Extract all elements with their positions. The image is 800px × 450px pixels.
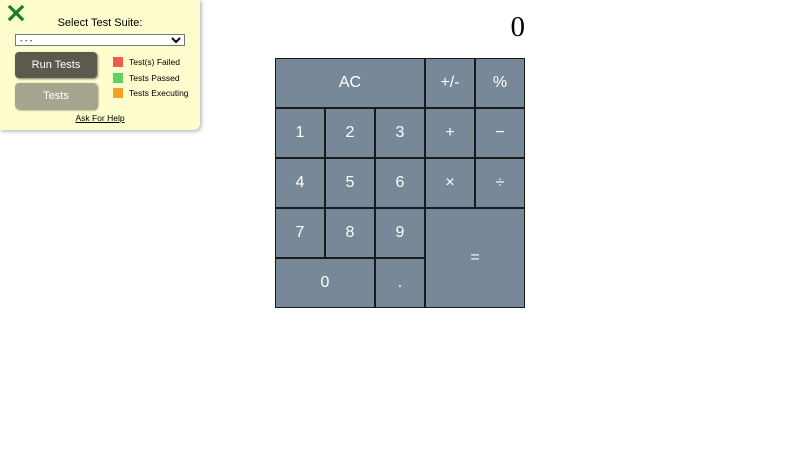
equals-button[interactable]: =	[425, 208, 525, 308]
percent-button[interactable]: %	[475, 58, 525, 108]
divide-button[interactable]: ÷	[475, 158, 525, 208]
legend-item-executing: Tests Executing	[113, 88, 189, 98]
decimal-button[interactable]: .	[375, 258, 425, 308]
sign-toggle-button[interactable]: +/-	[425, 58, 475, 108]
digit-7-button[interactable]: 7	[275, 208, 325, 258]
run-tests-button[interactable]: Run Tests	[15, 52, 97, 78]
test-suite-select[interactable]: - - -	[15, 34, 185, 46]
test-panel: Select Test Suite: - - - Run Tests Tests…	[0, 0, 200, 130]
page: Select Test Suite: - - - Run Tests Tests…	[0, 0, 800, 450]
digit-0-button[interactable]: 0	[275, 258, 375, 308]
tests-button[interactable]: Tests	[15, 83, 97, 109]
failed-swatch	[113, 57, 123, 67]
executing-swatch	[113, 88, 123, 98]
multiply-button[interactable]: ×	[425, 158, 475, 208]
digit-3-button[interactable]: 3	[375, 108, 425, 158]
legend-label: Tests Passed	[129, 72, 180, 83]
ac-button[interactable]: AC	[275, 58, 425, 108]
digit-4-button[interactable]: 4	[275, 158, 325, 208]
legend-item-failed: Test(s) Failed	[113, 57, 189, 67]
digit-6-button[interactable]: 6	[375, 158, 425, 208]
digit-9-button[interactable]: 9	[375, 208, 425, 258]
subtract-button[interactable]: −	[475, 108, 525, 158]
ask-for-help-link[interactable]: Ask For Help	[0, 113, 200, 123]
passed-swatch	[113, 72, 123, 83]
digit-2-button[interactable]: 2	[325, 108, 375, 158]
legend-item-passed: Tests Passed	[113, 72, 189, 83]
select-test-suite-label: Select Test Suite:	[57, 17, 143, 29]
legend-label: Test(s) Failed	[129, 57, 181, 67]
calculator-display: 0	[510, 11, 526, 43]
digit-1-button[interactable]: 1	[275, 108, 325, 158]
calculator-keypad: AC +/- % 1 2 3 + − 4 5 6 × ÷ 7 8 9 = 0 .	[275, 58, 525, 308]
digit-5-button[interactable]: 5	[325, 158, 375, 208]
digit-8-button[interactable]: 8	[325, 208, 375, 258]
add-button[interactable]: +	[425, 108, 475, 158]
legend-label: Tests Executing	[129, 88, 189, 98]
test-status-legend: Test(s) Failed Tests Passed Tests Execut…	[113, 57, 189, 104]
